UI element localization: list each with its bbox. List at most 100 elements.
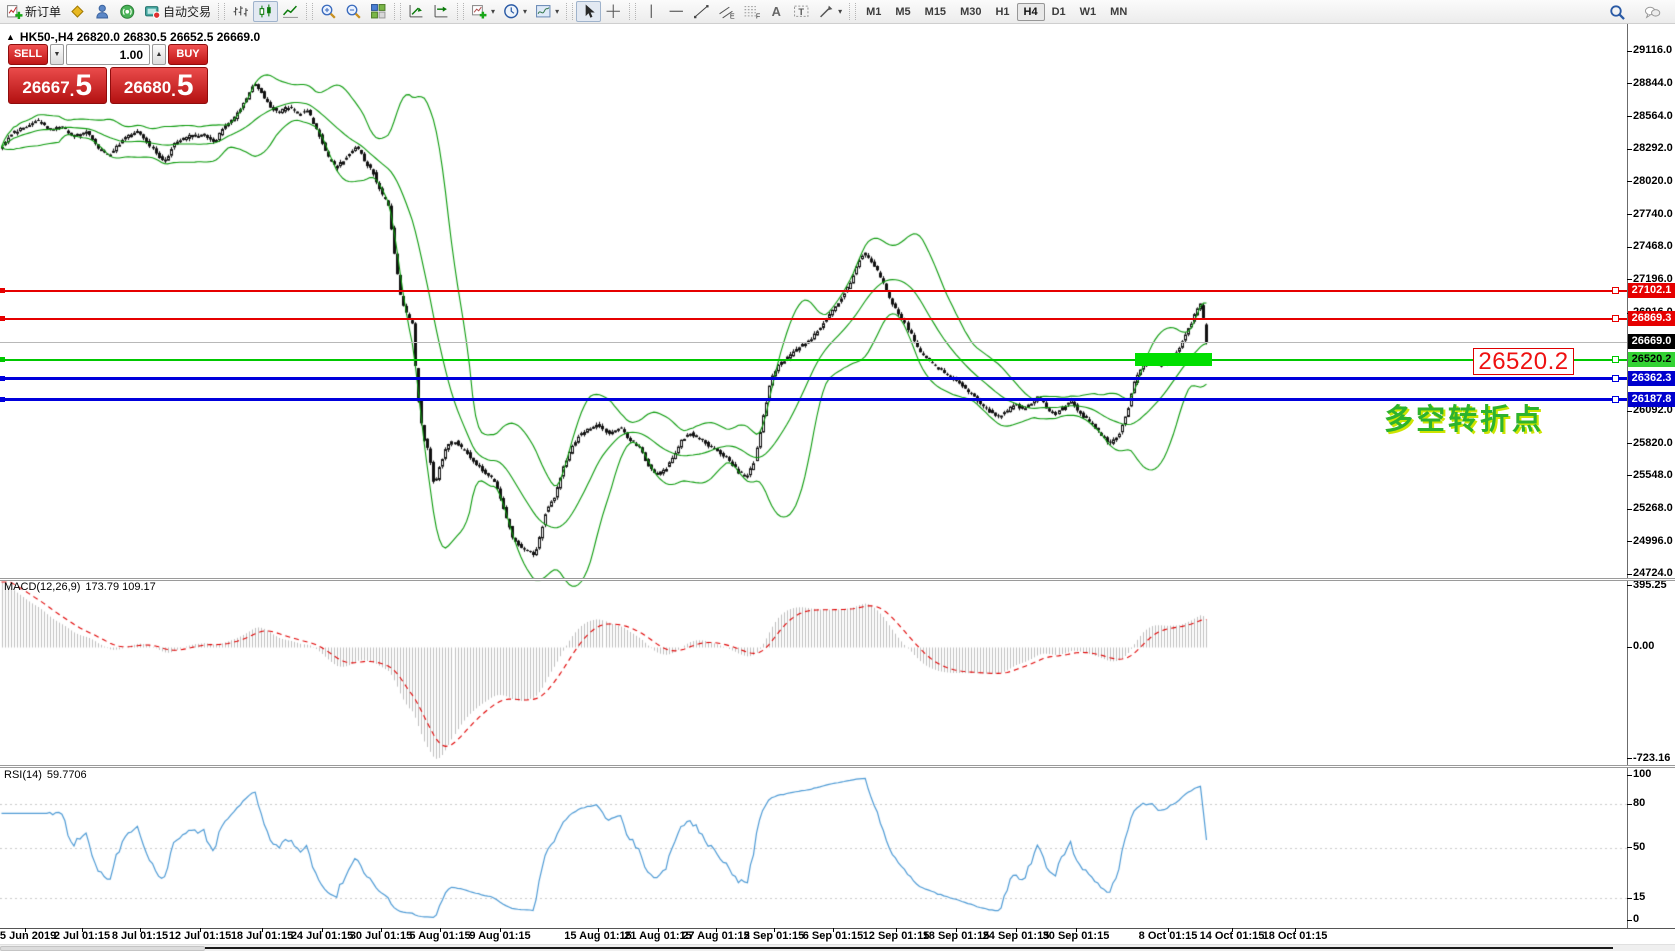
annotation-text[interactable]: 多空转折点	[1384, 396, 1544, 438]
rsi-tick-mark	[1627, 898, 1632, 899]
sell-price[interactable]: 26667.5	[8, 67, 107, 104]
navigator-button[interactable]	[90, 1, 115, 22]
price-tick-mark	[1627, 83, 1632, 84]
toolbar-separator	[566, 3, 573, 20]
dropdown-caret-icon[interactable]: ▾	[491, 7, 495, 16]
support-line-26187-handle[interactable]	[1612, 396, 1619, 403]
chart-candles-icon	[257, 3, 274, 20]
timeframe-h4[interactable]: H4	[1017, 3, 1045, 21]
scrollbar-thumb[interactable]	[205, 947, 1613, 949]
price-tick-label: 28020.0	[1633, 175, 1675, 188]
zoom-in-button[interactable]	[316, 1, 341, 22]
template-button[interactable]: ▾	[531, 1, 563, 22]
price-tick-label: 24996.0	[1633, 535, 1675, 548]
alerts-button[interactable]	[115, 1, 140, 22]
resistance-line-27102-handle[interactable]	[1612, 287, 1619, 294]
price-tick-mark	[1627, 51, 1632, 52]
price-tick-label: 29116.0	[1633, 44, 1675, 57]
support-line-26362[interactable]	[0, 377, 1627, 380]
trendline-button[interactable]	[689, 1, 714, 22]
resistance-line-26869[interactable]	[0, 318, 1627, 320]
timeframe-m15[interactable]: M15	[918, 3, 953, 21]
pivot-line-26520-handle[interactable]	[1612, 356, 1619, 363]
support-line-26362-handle[interactable]	[1612, 375, 1619, 382]
resistance-line-27102-left-marker[interactable]	[0, 288, 5, 293]
timeframe-m1[interactable]: M1	[859, 3, 888, 21]
buy-button[interactable]: BUY	[168, 44, 208, 65]
one-click-trade-panel: SELL ▼ ▲ BUY 26667.5 26680.5	[8, 44, 208, 105]
svg-text:T: T	[798, 7, 804, 17]
sell-button[interactable]: SELL	[8, 44, 48, 65]
volume-up-button[interactable]: ▲	[152, 44, 166, 65]
support-line-26187-price-label: 26187.8	[1628, 392, 1675, 407]
label-button[interactable]: T	[789, 1, 814, 22]
resistance-line-26869-left-marker[interactable]	[0, 316, 5, 321]
zoom-out-button[interactable]	[341, 1, 366, 22]
buy-price-main: 26680	[124, 75, 171, 101]
support-line-26362-left-marker[interactable]	[0, 376, 5, 381]
rsi-indicator-label: RSI(14) 59.7706	[4, 769, 87, 781]
fibonacci-button[interactable]: F	[739, 1, 764, 22]
market-watch-button[interactable]	[65, 1, 90, 22]
tile-windows-button[interactable]	[366, 1, 391, 22]
toolbar-separator	[849, 3, 856, 20]
autoscroll-icon	[408, 3, 425, 20]
dropdown-caret-icon[interactable]: ▾	[555, 7, 559, 16]
pivot-line-26520[interactable]	[0, 359, 1627, 361]
rsi-axis-label: 0	[1633, 913, 1675, 926]
support-line-26187[interactable]	[0, 398, 1627, 401]
chart-line-icon	[282, 3, 299, 20]
support-line-26187-left-marker[interactable]	[0, 397, 5, 402]
timeframe-w1[interactable]: W1	[1073, 3, 1104, 21]
candlestick-chart-button[interactable]	[253, 1, 278, 22]
auto-scroll-button[interactable]	[404, 1, 429, 22]
price-annotation-box[interactable]: 26520.2	[1473, 348, 1574, 375]
template-icon	[535, 3, 552, 20]
buy-price[interactable]: 26680.5	[110, 67, 209, 104]
channel-button[interactable]: E	[714, 1, 739, 22]
timeframe-m30[interactable]: M30	[953, 3, 988, 21]
price-tick-mark	[1627, 181, 1632, 182]
macd-pane-separator[interactable]	[0, 578, 1675, 581]
collapse-icon[interactable]: ▲	[6, 32, 15, 42]
timeframe-h1[interactable]: H1	[988, 3, 1016, 21]
highlight-rectangle[interactable]	[1135, 353, 1212, 366]
rsi-pane-separator[interactable]	[0, 765, 1675, 768]
horizontal-line-button[interactable]	[664, 1, 689, 22]
macd-axis-label: 0.00	[1633, 640, 1675, 653]
price-tick-mark	[1627, 279, 1632, 280]
dropdown-caret-icon[interactable]: ▾	[838, 7, 842, 16]
bar-chart-button[interactable]	[228, 1, 253, 22]
volume-down-button[interactable]: ▼	[50, 44, 64, 65]
chart-shift-button[interactable]	[429, 1, 454, 22]
resistance-line-27102[interactable]	[0, 290, 1627, 292]
buy-price-dot: .	[171, 81, 176, 101]
cursor-button[interactable]	[576, 1, 601, 22]
resistance-line-26869-handle[interactable]	[1612, 315, 1619, 322]
price-tick-mark	[1627, 149, 1632, 150]
macd-axis-label: -723.16	[1633, 752, 1675, 765]
crosshair-button[interactable]	[601, 1, 626, 22]
chat-button[interactable]	[1640, 2, 1665, 23]
arrows-button[interactable]: ▾	[814, 1, 846, 22]
line-chart-button[interactable]	[278, 1, 303, 22]
rsi-tick-mark	[1627, 775, 1632, 776]
search-button[interactable]	[1605, 2, 1630, 23]
timeframe-mn[interactable]: MN	[1103, 3, 1134, 21]
vertical-line-button[interactable]	[639, 1, 664, 22]
timeframe-d1[interactable]: D1	[1045, 3, 1073, 21]
toolbar-separator	[394, 3, 401, 20]
dropdown-caret-icon[interactable]: ▾	[523, 7, 527, 16]
toolbar-separator	[306, 3, 313, 20]
volume-input[interactable]	[66, 44, 150, 65]
period-button[interactable]: ▾	[499, 1, 531, 22]
pivot-line-26520-left-marker[interactable]	[0, 357, 5, 362]
current-price-line[interactable]	[0, 342, 1627, 343]
new-order-button[interactable]: 新订单	[2, 1, 65, 22]
vline-icon	[643, 3, 660, 20]
text-button[interactable]: A	[764, 1, 789, 22]
timeframe-m5[interactable]: M5	[888, 3, 917, 21]
add-indicator-button[interactable]: ▾	[467, 1, 499, 22]
auto-trading-button[interactable]: 自动交易	[140, 1, 215, 22]
price-chart-canvas[interactable]	[0, 24, 1628, 928]
